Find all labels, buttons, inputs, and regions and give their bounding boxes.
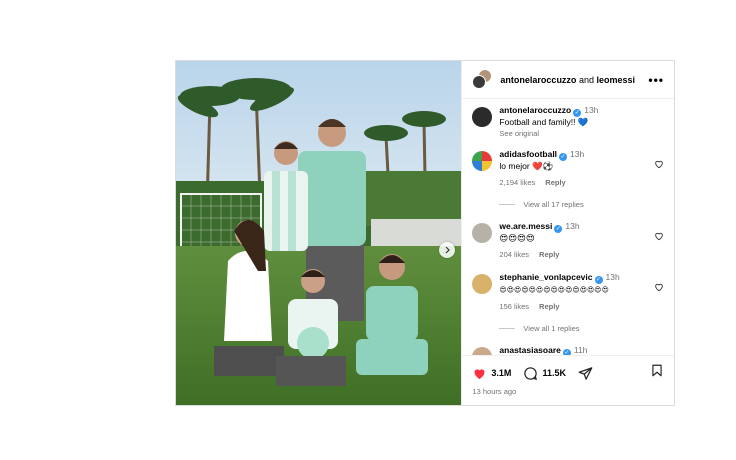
- comment-time: 11h: [573, 345, 588, 355]
- see-original-link[interactable]: See original: [499, 129, 539, 138]
- view-replies-label: View all 17 replies: [523, 200, 584, 209]
- view-replies-label: View all 1 replies: [523, 324, 580, 333]
- comment-button[interactable]: 11.5K: [523, 366, 566, 381]
- comment-time: 13h: [570, 149, 585, 159]
- comment-time: 13h: [565, 221, 580, 231]
- author-link-1[interactable]: antonelaroccuzzo: [500, 75, 576, 85]
- comment-likes[interactable]: 204 likes: [499, 250, 529, 259]
- share-send-icon: [578, 366, 593, 380]
- comment-likes[interactable]: 2,194 likes: [499, 178, 535, 187]
- comment-username[interactable]: stephanie_vonlapcevic: [499, 272, 592, 282]
- avatar[interactable]: [472, 151, 493, 171]
- comments-list[interactable]: antonelaroccuzzo ✓ 13h Football and family…: [462, 99, 674, 355]
- instagram-post: antonelaroccuzzo and leomessi ••• antone…: [175, 60, 675, 406]
- avatar[interactable]: [472, 107, 493, 127]
- verified-badge-icon: ✓: [573, 109, 582, 117]
- view-replies-button[interactable]: View all 1 replies: [499, 324, 664, 333]
- chevron-right-icon: [445, 246, 451, 254]
- comment-item: we.are.messi ✓ 13h 😍😍😍😍 204 likes Reply: [472, 221, 664, 260]
- verified-badge-icon: ✓: [559, 153, 568, 161]
- bookmark-icon: [652, 364, 662, 377]
- like-comment-heart-icon[interactable]: [654, 159, 664, 169]
- view-replies-button[interactable]: View all 17 replies: [499, 200, 664, 209]
- post-timestamp: 13 hours ago: [472, 387, 517, 396]
- caption-time: 13h: [584, 105, 599, 115]
- reply-button[interactable]: Reply: [545, 178, 565, 187]
- avatar-antonelaroccuzzo: [472, 74, 487, 89]
- comment-username[interactable]: anastasiasoare: [499, 345, 560, 355]
- save-bookmark-button[interactable]: [650, 363, 664, 383]
- verified-badge-icon: ✓: [594, 276, 603, 284]
- avatar[interactable]: [472, 274, 493, 294]
- comment-text: lo mejor ❤️⚽: [499, 161, 554, 171]
- share-button[interactable]: [578, 366, 597, 381]
- reply-button[interactable]: Reply: [539, 302, 559, 311]
- caption-username[interactable]: antonelaroccuzzo: [499, 105, 571, 115]
- like-comment-heart-icon[interactable]: [654, 231, 664, 241]
- comment-likes[interactable]: 156 likes: [499, 302, 529, 311]
- comment-item: anastasiasoare ✓ 11h: [472, 345, 664, 355]
- post-side-panel: antonelaroccuzzo and leomessi ••• antone…: [461, 61, 674, 405]
- avatar[interactable]: [472, 347, 493, 355]
- like-comment-heart-icon[interactable]: [654, 282, 664, 292]
- comment-text: 😍😍😍😍😍😍😍😍😍😍😍😍😍😍😍: [499, 287, 609, 294]
- post-header: antonelaroccuzzo and leomessi •••: [462, 61, 674, 99]
- like-count: 3.1M: [491, 368, 512, 378]
- family-photo-image: [176, 61, 462, 405]
- heart-filled-icon: [474, 368, 485, 379]
- comment-username[interactable]: adidasfootball: [499, 149, 557, 159]
- verified-badge-icon: ✓: [562, 349, 571, 355]
- more-options-icon[interactable]: •••: [648, 73, 664, 87]
- author-conjunction: and: [578, 74, 594, 85]
- collab-avatars[interactable]: [472, 68, 494, 91]
- comment-time: 13h: [605, 272, 620, 282]
- avatar[interactable]: [472, 223, 493, 243]
- post-authors: antonelaroccuzzo and leomessi: [500, 75, 648, 85]
- comment-bubble-icon: [524, 366, 538, 380]
- caption: antonelaroccuzzo ✓ 13h Football and family…: [472, 105, 664, 139]
- comment-item: adidasfootball ✓ 13h lo mejor ❤️⚽ 2,194 li…: [472, 149, 664, 188]
- author-link-2[interactable]: leomessi: [597, 75, 636, 85]
- verified-badge-icon: ✓: [554, 225, 563, 233]
- comment-count: 11.5K: [542, 368, 566, 378]
- like-button[interactable]: 3.1M: [472, 366, 511, 381]
- comment-text: 😍😍😍😍: [499, 233, 535, 243]
- action-bar: 3.1M 11.5K: [472, 364, 664, 382]
- post-footer: 3.1M 11.5K 13 hours ago: [462, 355, 674, 405]
- reply-button[interactable]: Reply: [539, 250, 559, 259]
- comment-username[interactable]: we.are.messi: [499, 221, 552, 231]
- caption-text: Football and family!! 💙: [499, 117, 589, 127]
- comment-item: stephanie_vonlapcevic ✓ 13h 😍😍😍😍😍😍😍😍😍😍😍😍😍😍…: [472, 272, 664, 312]
- post-photo[interactable]: [176, 61, 462, 405]
